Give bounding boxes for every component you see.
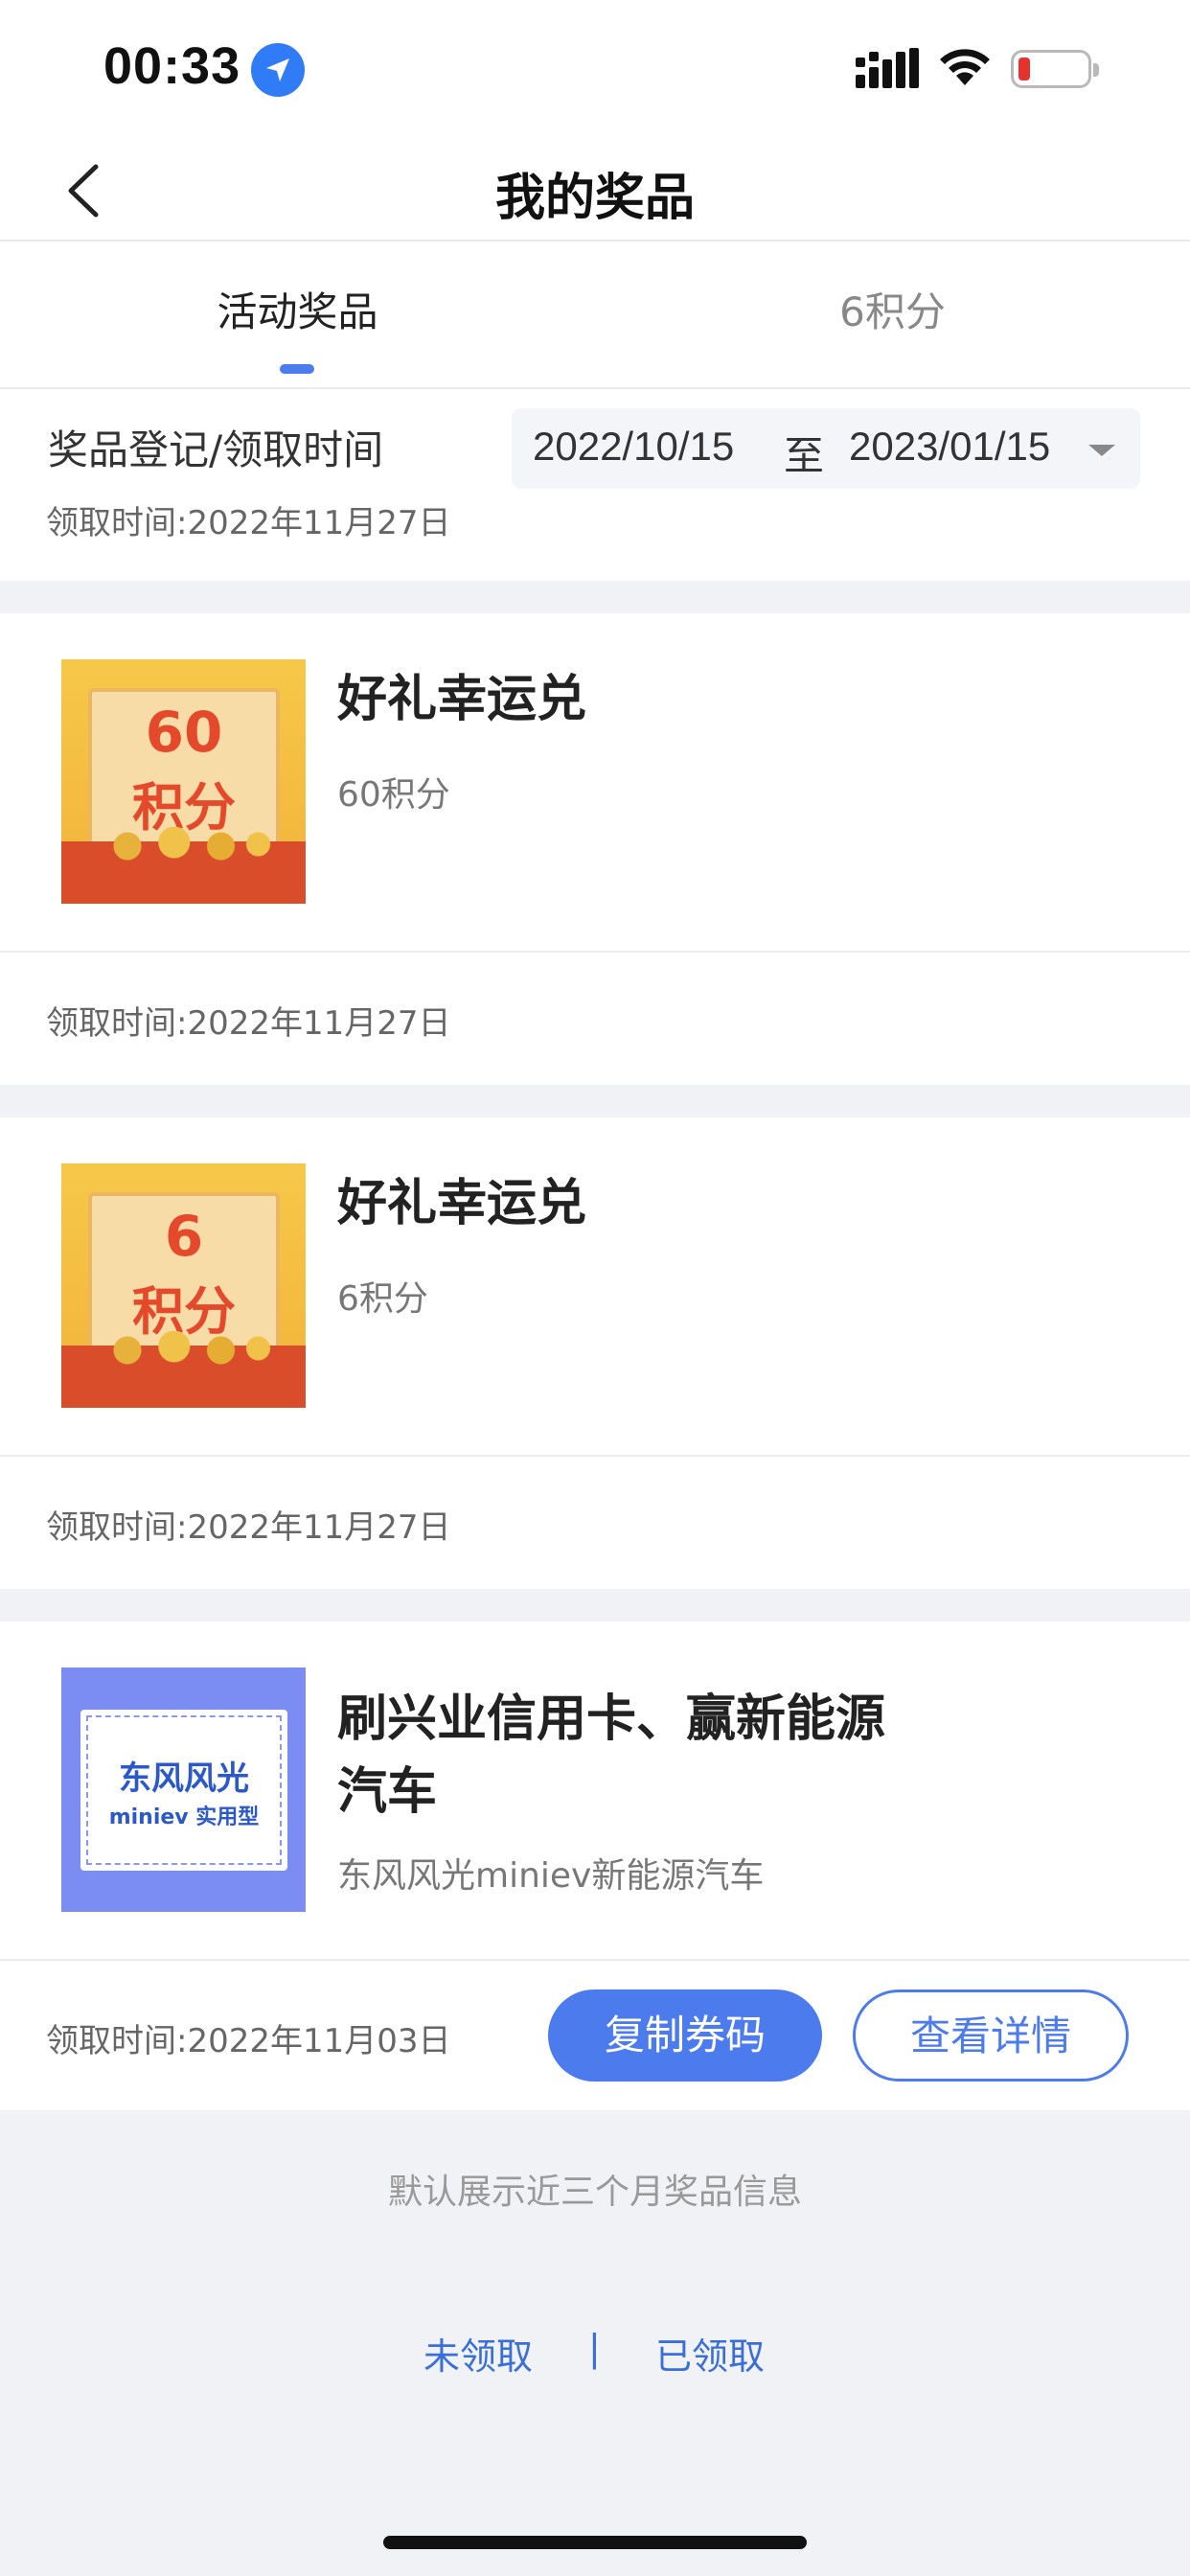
prize-title-line2: 汽车 bbox=[337, 1763, 438, 1821]
prize-card[interactable]: 6 积分 好礼幸运兑 6积分 领取时间:2022年11月27日 bbox=[0, 1117, 1190, 1589]
status-time: 00:33 bbox=[103, 37, 241, 95]
battery-low-icon bbox=[1011, 50, 1099, 88]
claim-time: 领取时间:2022年11月27日 bbox=[46, 1508, 451, 1547]
claim-time: 领取时间:2022年11月03日 bbox=[46, 2022, 451, 2060]
footer-note: 默认展示近三个月奖品信息 bbox=[387, 2173, 802, 2212]
date-filter: 奖品登记/领取时间 2022/10/15 至 2023/01/15 bbox=[0, 389, 1190, 489]
tab-points[interactable]: 6积分 bbox=[595, 280, 1190, 338]
tab-active-indicator bbox=[280, 364, 314, 374]
filter-label: 奖品登记/领取时间 bbox=[48, 426, 384, 473]
thumbnail-points-value: 60 bbox=[145, 700, 223, 765]
claimed-link[interactable]: 已领取 bbox=[655, 2327, 765, 2380]
prize-thumbnail: 东风风光 miniev 实用型 bbox=[61, 1668, 306, 1912]
date-range-selector[interactable]: 2022/10/15 至 2023/01/15 bbox=[512, 408, 1140, 489]
prize-title-line1: 刷兴业信用卡、赢新能源 bbox=[337, 1690, 886, 1748]
signal-icon bbox=[856, 48, 919, 88]
prize-card-body: 东风风光 miniev 实用型 刷兴业信用卡、赢新能源 汽车 东风风光minie… bbox=[0, 1622, 1190, 1961]
view-details-button[interactable]: 查看详情 bbox=[853, 1990, 1129, 2082]
prize-card-partial: 领取时间:2022年11月27日 bbox=[0, 479, 1190, 581]
tab-activity-prizes[interactable]: 活动奖品 bbox=[0, 280, 595, 338]
prize-thumbnail: 60 积分 bbox=[61, 659, 306, 904]
nav-bar: 我的奖品 bbox=[0, 140, 1190, 242]
prize-subtitle: 东风风光miniev新能源汽车 bbox=[337, 1856, 765, 1896]
prize-subtitle: 60积分 bbox=[337, 775, 450, 815]
prize-card[interactable]: 60 积分 好礼幸运兑 60积分 领取时间:2022年11月27日 bbox=[0, 613, 1190, 1085]
status-bar: 00:33 bbox=[0, 0, 1190, 140]
prize-card[interactable]: 东风风光 miniev 实用型 刷兴业信用卡、赢新能源 汽车 东风风光minie… bbox=[0, 1622, 1190, 2110]
page-title: 我的奖品 bbox=[494, 170, 695, 227]
tab-bar: 活动奖品 6积分 bbox=[0, 242, 1190, 389]
location-arrow-icon bbox=[251, 43, 305, 97]
thumbnail-points-value: 6 bbox=[164, 1204, 204, 1269]
prize-title: 好礼幸运兑 bbox=[337, 1175, 587, 1232]
end-date: 2023/01/15 bbox=[849, 424, 1051, 469]
caret-down-icon bbox=[1088, 445, 1115, 456]
prize-thumbnail: 6 积分 bbox=[61, 1163, 306, 1408]
claim-time: 领取时间:2022年11月27日 bbox=[46, 1004, 451, 1043]
prize-title: 好礼幸运兑 bbox=[337, 671, 587, 728]
start-date: 2022/10/15 bbox=[533, 424, 735, 469]
home-indicator[interactable] bbox=[383, 2536, 807, 2549]
copy-code-button[interactable]: 复制券码 bbox=[548, 1990, 822, 2082]
wifi-icon bbox=[940, 49, 990, 85]
prize-subtitle: 6积分 bbox=[337, 1279, 428, 1319]
thumbnail-model: miniev 实用型 bbox=[108, 1806, 260, 1829]
claim-time: 领取时间:2022年11月27日 bbox=[46, 504, 451, 542]
link-divider: | bbox=[588, 2327, 601, 2369]
footer-links: 未领取 | 已领取 bbox=[0, 2327, 1190, 2384]
date-separator: 至 bbox=[784, 432, 825, 479]
prize-card-body: 60 积分 好礼幸运兑 60积分 bbox=[0, 613, 1190, 953]
thumbnail-brand: 东风风光 bbox=[119, 1760, 249, 1798]
prize-card-body: 6 积分 好礼幸运兑 6积分 bbox=[0, 1117, 1190, 1457]
unclaimed-link[interactable]: 未领取 bbox=[423, 2327, 533, 2380]
